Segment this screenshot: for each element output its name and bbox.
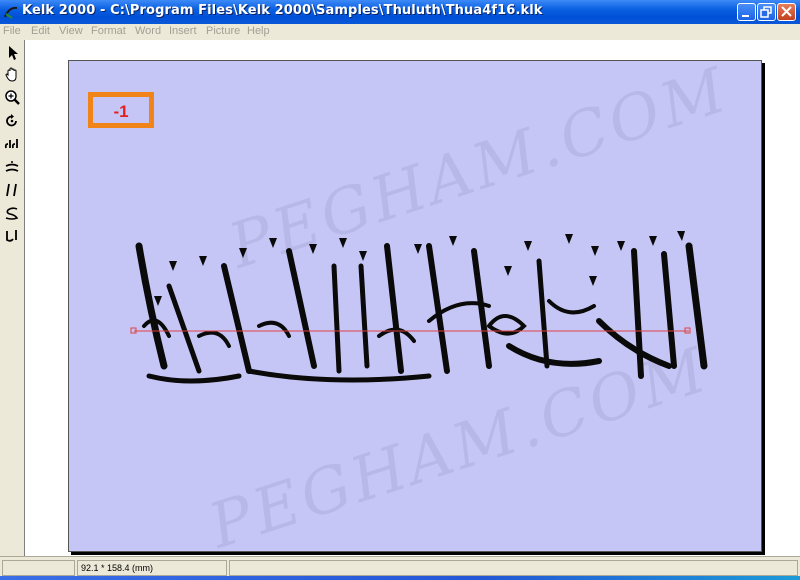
page-number-badge: -1	[88, 92, 154, 128]
close-button[interactable]	[777, 3, 796, 21]
minimize-button[interactable]	[737, 3, 756, 21]
drawing-page[interactable]: PEGHAM.COM PEGHAM.COM -1	[68, 52, 762, 563]
tool-strip	[0, 40, 24, 556]
menu-bar: File Edit View Format Word Insert Pictur…	[0, 24, 800, 40]
close-icon	[781, 6, 792, 17]
calligraphy-artwork[interactable]	[129, 226, 709, 386]
restore-icon	[760, 6, 772, 18]
title-bar: Kelk 2000 - C:\Program Files\Kelk 2000\S…	[0, 0, 800, 24]
arabic-letters-icon[interactable]	[3, 135, 21, 153]
menu-picture[interactable]: Picture	[206, 25, 240, 37]
page-number-text: -1	[113, 102, 129, 121]
zoom-icon[interactable]	[3, 89, 21, 107]
status-cell-left	[2, 560, 75, 576]
minimize-icon	[742, 15, 749, 17]
status-cell-right	[229, 560, 798, 576]
menu-edit[interactable]: Edit	[31, 25, 50, 37]
menu-view[interactable]: View	[59, 25, 83, 37]
menu-format[interactable]: Format	[91, 25, 126, 37]
rotate-icon[interactable]	[3, 112, 21, 130]
arabic-stroke-icon[interactable]	[3, 158, 21, 176]
arabic-pair-icon[interactable]	[3, 181, 21, 199]
status-dimensions: 92.1 * 158.4 (mm)	[77, 560, 227, 576]
menu-word[interactable]: Word	[135, 25, 161, 37]
document-workspace[interactable]: PEGHAM.COM PEGHAM.COM -1	[24, 40, 800, 563]
restore-button[interactable]	[757, 3, 776, 21]
app-icon	[4, 6, 18, 19]
hand-icon[interactable]	[3, 66, 21, 84]
window-title: Kelk 2000 - C:\Program Files\Kelk 2000\S…	[22, 3, 543, 18]
menu-help[interactable]: Help	[247, 25, 270, 37]
arrow-pointer-icon[interactable]	[3, 44, 21, 62]
menu-file[interactable]: File	[3, 25, 21, 37]
menu-insert[interactable]: Insert	[169, 25, 197, 37]
arabic-word-icon[interactable]	[3, 227, 21, 245]
taskbar-strip	[0, 576, 800, 580]
arabic-curve-icon[interactable]	[3, 204, 21, 222]
